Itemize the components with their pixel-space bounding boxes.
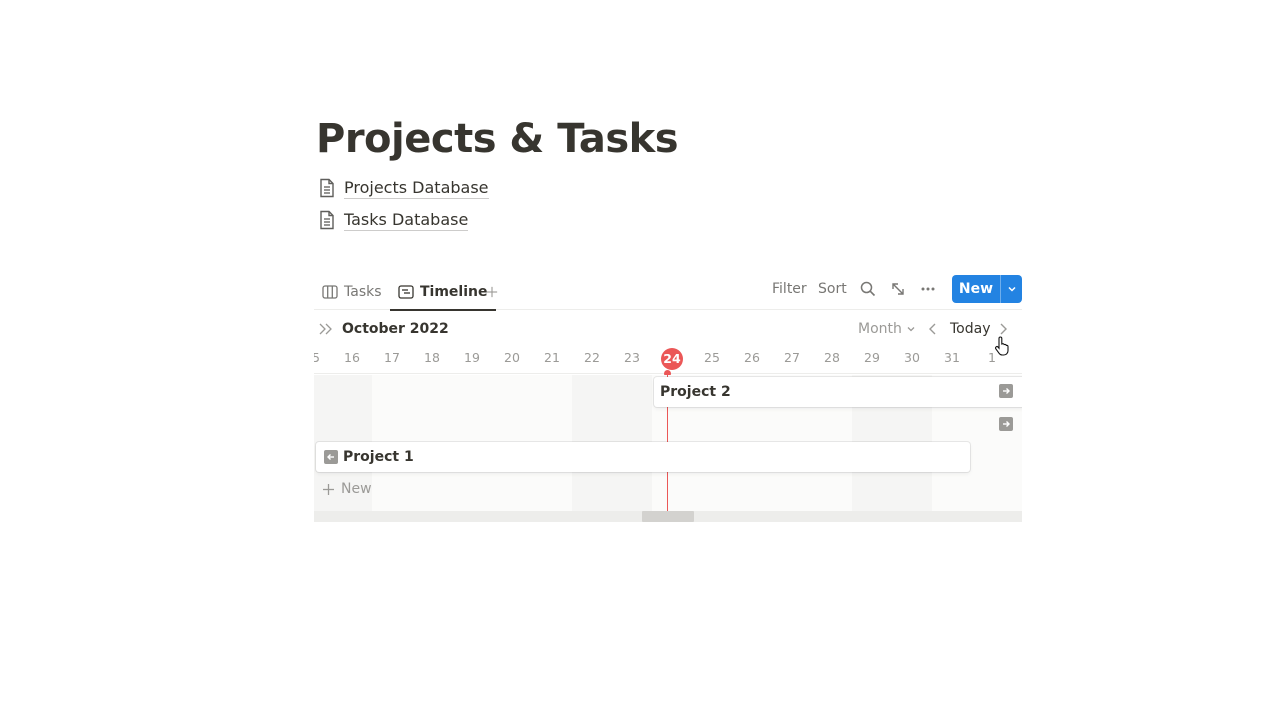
day-number: 17 <box>384 350 400 365</box>
add-item-label: New <box>341 481 372 497</box>
chevron-down-icon <box>907 327 915 332</box>
timeline-grid: Project 2 Project 1 New <box>314 375 1022 511</box>
day-number: 15 <box>314 350 320 365</box>
plus-icon <box>323 483 334 495</box>
more-icon <box>921 287 935 291</box>
day-number: 22 <box>584 350 600 365</box>
page-title: Projects & Tasks <box>316 116 679 162</box>
timeline-view: October 2022 Month Today 15 16 17 18 19 20 21 2… <box>314 312 1022 524</box>
link-label: Projects Database <box>344 177 489 199</box>
tab-label: Timeline <box>420 284 488 300</box>
day-number: 25 <box>704 350 720 365</box>
timeline-icon <box>398 285 414 299</box>
add-view-button[interactable] <box>486 274 504 310</box>
item-label: Project 2 <box>660 384 731 400</box>
day-number: 31 <box>944 350 960 365</box>
scale-label: Month <box>858 321 902 337</box>
chevron-down-icon[interactable] <box>1000 275 1022 303</box>
filter-button[interactable]: Filter <box>772 274 807 304</box>
day-number: 19 <box>464 350 480 365</box>
day-label: 16 <box>332 348 372 368</box>
pointer-cursor-icon <box>994 336 1009 356</box>
arrow-right-icon[interactable] <box>999 384 1013 398</box>
day-number: 18 <box>424 350 440 365</box>
document-icon <box>320 210 334 230</box>
link-label: Tasks Database <box>344 209 469 231</box>
day-label: 23 <box>612 348 652 368</box>
day-number: 30 <box>904 350 920 365</box>
day-number: 26 <box>744 350 760 365</box>
horizontal-scrollbar[interactable] <box>314 511 1022 522</box>
chevron-right-icon[interactable] <box>998 322 1008 336</box>
view-bar: Tasks Timeline Filter Sort New <box>314 274 1022 311</box>
day-number: 20 <box>504 350 520 365</box>
day-number: 16 <box>344 350 360 365</box>
double-chevron-icon[interactable] <box>318 322 334 336</box>
add-item-button[interactable]: New <box>322 481 372 497</box>
sort-button[interactable]: Sort <box>818 274 847 304</box>
day-label-today: 24 <box>652 348 692 370</box>
day-label: 21 <box>532 348 572 368</box>
arrow-left-icon[interactable] <box>324 450 338 464</box>
timeline-item-project-2[interactable]: Project 2 <box>654 377 1022 407</box>
day-number: 29 <box>864 350 880 365</box>
today-button[interactable]: Today <box>950 321 991 337</box>
day-label: 27 <box>772 348 812 368</box>
search-icon <box>860 281 876 297</box>
link-tasks-database[interactable]: Tasks Database <box>318 208 469 232</box>
day-number: 23 <box>624 350 640 365</box>
day-label: 15 <box>314 348 332 368</box>
day-label: 19 <box>452 348 492 368</box>
day-number: 27 <box>784 350 800 365</box>
tab-timeline[interactable]: Timeline <box>390 274 496 311</box>
day-label: 22 <box>572 348 612 368</box>
day-number: 24 <box>661 348 683 370</box>
arrow-right-icon[interactable] <box>999 417 1013 431</box>
new-button-label: New <box>958 281 994 297</box>
day-label: 31 <box>932 348 972 368</box>
day-label: 30 <box>892 348 932 368</box>
more-button[interactable] <box>920 274 936 304</box>
new-button[interactable]: New <box>952 275 1022 303</box>
timeline-header: October 2022 Month Today <box>314 312 1022 346</box>
tab-tasks[interactable]: Tasks <box>322 274 382 310</box>
timeline-item-project-1[interactable]: Project 1 <box>316 442 970 472</box>
day-label: 28 <box>812 348 852 368</box>
item-label: Project 1 <box>343 449 414 465</box>
document-icon <box>320 178 334 198</box>
board-icon <box>322 285 338 299</box>
day-label: 20 <box>492 348 532 368</box>
tab-label: Tasks <box>344 284 382 300</box>
day-label: 26 <box>732 348 772 368</box>
month-label: October 2022 <box>342 321 449 337</box>
day-number: 28 <box>824 350 840 365</box>
day-label: 25 <box>692 348 732 368</box>
day-number: 21 <box>544 350 560 365</box>
search-button[interactable] <box>860 274 876 304</box>
expand-icon <box>892 283 904 295</box>
day-label: 29 <box>852 348 892 368</box>
day-label: 17 <box>372 348 412 368</box>
expand-button[interactable] <box>890 274 906 304</box>
link-projects-database[interactable]: Projects Database <box>318 176 489 200</box>
day-label: 18 <box>412 348 452 368</box>
plus-icon <box>486 286 498 298</box>
scale-select[interactable]: Month <box>858 321 916 337</box>
chevron-left-icon[interactable] <box>928 322 938 336</box>
scrollbar-thumb[interactable] <box>642 511 694 522</box>
